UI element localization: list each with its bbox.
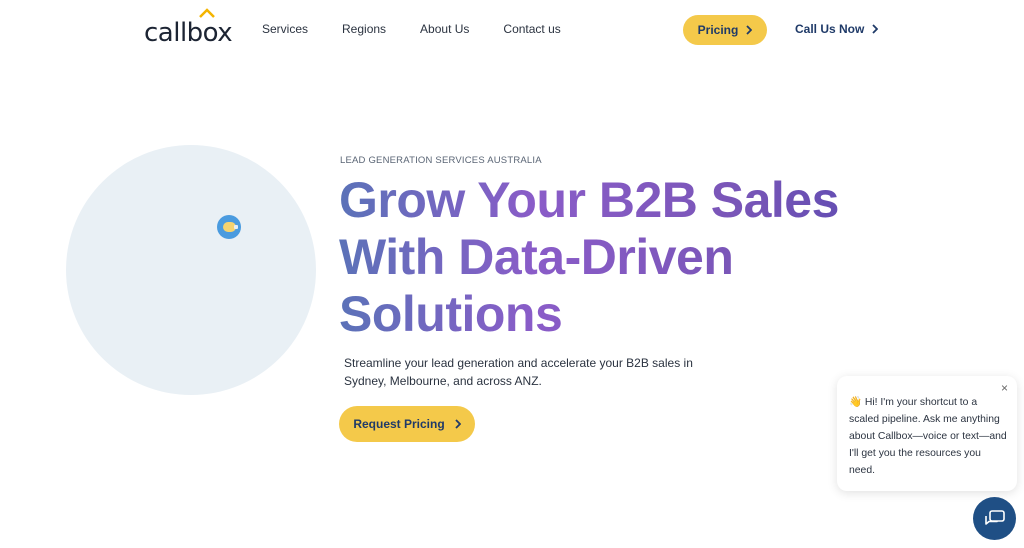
hero-eyebrow: LEAD GENERATION SERVICES AUSTRALIA [340, 155, 542, 166]
request-pricing-label: Request Pricing [353, 417, 445, 431]
chevron-right-icon [872, 24, 879, 34]
chat-greeting-popup[interactable]: × 👋 Hi! I'm your shortcut to a scaled pi… [837, 376, 1017, 491]
pricing-button-label: Pricing [697, 23, 739, 37]
hero-headline: Grow Your B2B Sales With Data-Driven Sol… [339, 172, 899, 343]
logo-text: callbox [144, 18, 233, 48]
close-icon[interactable]: × [1001, 381, 1008, 395]
callbox-logo[interactable]: callbox [144, 8, 233, 48]
chevron-right-icon [455, 419, 461, 429]
pricing-button[interactable]: Pricing [683, 15, 767, 45]
chevron-right-icon [746, 25, 753, 35]
lightbulb-icon [217, 215, 241, 239]
nav-item-contact-us[interactable]: Contact us [503, 22, 560, 36]
call-us-now-link[interactable]: Call Us Now [795, 22, 879, 36]
chat-greeting-text: 👋 Hi! I'm your shortcut to a scaled pipe… [849, 397, 1007, 476]
chat-launcher-button[interactable] [973, 497, 1016, 540]
call-us-now-label: Call Us Now [795, 22, 865, 36]
logo-roof-icon [199, 8, 215, 18]
hero-illustration [66, 145, 316, 395]
nav-item-services[interactable]: Services [262, 22, 308, 36]
main-nav: Services Regions About Us Contact us [262, 22, 595, 36]
nav-item-about-us[interactable]: About Us [420, 22, 469, 36]
request-pricing-button[interactable]: Request Pricing [339, 406, 475, 442]
chat-bubbles-icon [984, 509, 1005, 525]
hero-subcopy: Streamline your lead generation and acce… [344, 356, 693, 388]
nav-item-regions[interactable]: Regions [342, 22, 386, 36]
